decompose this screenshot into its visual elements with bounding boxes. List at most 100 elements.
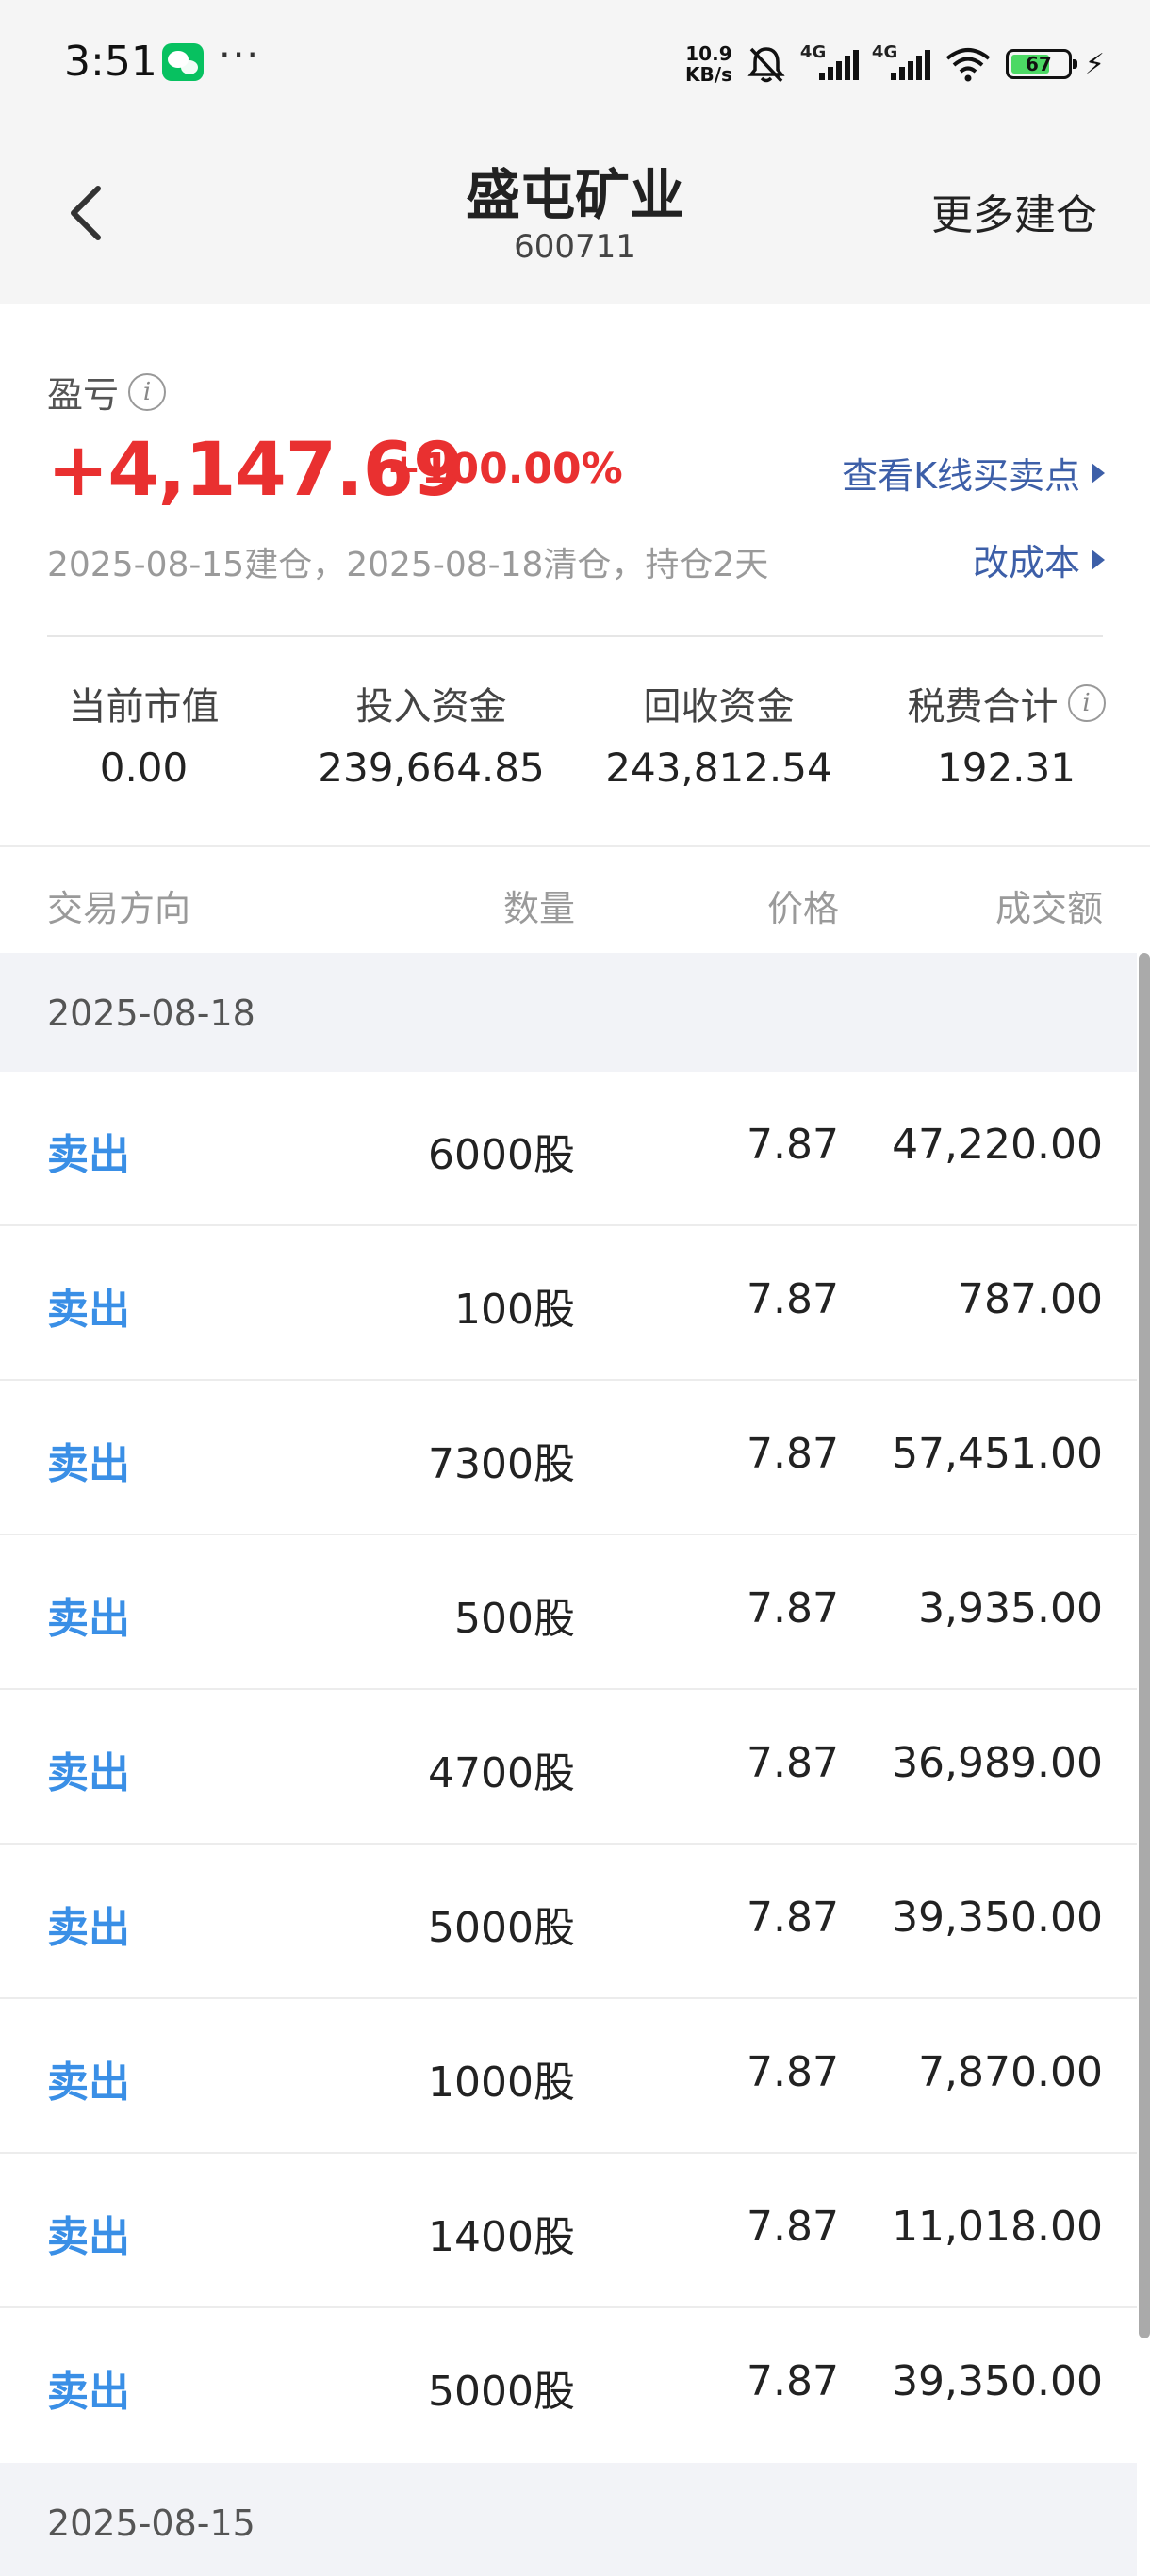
- edit-cost-label: 改成本: [972, 542, 1080, 583]
- trade-direction: 卖出: [47, 1131, 130, 1179]
- table-row[interactable]: 卖出 4700股 7.87 36,989.00: [0, 1690, 1137, 1845]
- header-direction: 交易方向: [47, 888, 191, 929]
- metric-label: 回收资金: [643, 685, 795, 729]
- trade-quantity: 4700股: [428, 1749, 575, 1797]
- trade-price: 7.87: [747, 1275, 839, 1323]
- date-group-header: 2025-08-15: [0, 2463, 1137, 2576]
- header-amount: 成交额: [994, 888, 1103, 929]
- metric-recovered: 回收资金 243,812.54: [575, 679, 862, 791]
- signal-1-tag: 4G: [799, 42, 827, 62]
- status-time: 3:51: [64, 38, 157, 86]
- trade-price: 7.87: [747, 2048, 839, 2096]
- trade-price: 7.87: [747, 1430, 839, 1478]
- trade-quantity: 5000股: [428, 1904, 575, 1952]
- trade-price: 7.87: [747, 2357, 839, 2405]
- pl-label-group: 盈亏 i: [47, 366, 167, 418]
- trades-list[interactable]: 2025-08-18 卖出 6000股 7.87 47,220.00 卖出 10…: [0, 953, 1137, 2576]
- scrollbar[interactable]: [1139, 953, 1150, 2338]
- table-row[interactable]: 卖出 100股 7.87 787.00: [0, 1226, 1137, 1381]
- trade-price: 7.87: [747, 1121, 839, 1169]
- battery-level: 67: [1026, 53, 1052, 75]
- trade-quantity: 500股: [454, 1595, 575, 1643]
- trade-amount: 39,350.00: [892, 2357, 1103, 2405]
- holding-dates: 2025-08-15建仓，2025-08-18清仓，持仓2天: [47, 546, 769, 584]
- signal-2-icon: 4G: [872, 42, 930, 80]
- trade-direction: 卖出: [47, 1595, 130, 1643]
- network-speed-value: 10.9: [685, 42, 732, 65]
- fees-info-icon[interactable]: i: [1067, 684, 1106, 722]
- triangle-right-icon: [1092, 462, 1105, 484]
- trade-direction: 卖出: [47, 2059, 130, 2107]
- pl-label: 盈亏: [47, 374, 120, 416]
- trade-price: 7.87: [747, 1739, 839, 1787]
- trade-direction: 卖出: [47, 1904, 130, 1952]
- trade-quantity: 1000股: [428, 2059, 575, 2107]
- trade-amount: 7,870.00: [918, 2048, 1103, 2096]
- mute-bell-icon: [748, 47, 785, 83]
- table-row[interactable]: 卖出 1000股 7.87 7,870.00: [0, 1999, 1137, 2154]
- trade-quantity: 6000股: [428, 1131, 575, 1179]
- trade-price: 7.87: [747, 2203, 839, 2251]
- table-row[interactable]: 卖出 6000股 7.87 47,220.00: [0, 1072, 1137, 1226]
- wechat-icon: [162, 43, 204, 81]
- network-speed-unit: KB/s: [684, 63, 732, 86]
- metric-value: 0.00: [99, 745, 189, 791]
- table-row[interactable]: 卖出 5000股 7.87 39,350.00: [0, 2308, 1137, 2463]
- metric-label: 投入资金: [355, 685, 507, 729]
- metric-invested: 投入资金 239,664.85: [288, 679, 575, 791]
- trade-amount: 36,989.00: [892, 1739, 1103, 1787]
- trade-amount: 787.00: [958, 1275, 1103, 1323]
- table-row[interactable]: 卖出 5000股 7.87 39,350.00: [0, 1845, 1137, 1999]
- trade-quantity: 5000股: [428, 2368, 575, 2416]
- nav-bar: 盛屯矿业 600711 更多建仓: [0, 123, 1150, 304]
- trade-quantity: 1400股: [428, 2213, 575, 2261]
- trade-direction: 卖出: [47, 2368, 130, 2416]
- trade-price: 7.87: [747, 1584, 839, 1633]
- pl-info-icon[interactable]: i: [128, 372, 167, 411]
- kline-points-link[interactable]: 查看K线买卖点: [842, 447, 1105, 499]
- trade-direction: 卖出: [47, 1749, 130, 1797]
- network-speed: 10.9 KB/s: [685, 43, 732, 85]
- table-row[interactable]: 卖出 1400股 7.87 11,018.00: [0, 2154, 1137, 2308]
- metric-label: 当前市值: [68, 685, 220, 729]
- group-date: 2025-08-18: [47, 993, 255, 1034]
- trade-amount: 3,935.00: [918, 1584, 1103, 1633]
- kline-points-label: 查看K线买卖点: [842, 455, 1080, 497]
- trade-amount: 11,018.00: [892, 2203, 1103, 2251]
- trade-amount: 39,350.00: [892, 1894, 1103, 1942]
- metric-fees: 税费合计 i 192.31: [862, 679, 1150, 791]
- triangle-right-icon: [1092, 549, 1105, 570]
- header-price: 价格: [766, 888, 839, 929]
- trade-amount: 47,220.00: [892, 1121, 1103, 1169]
- more-notifications-icon: ···: [219, 34, 261, 77]
- trade-direction: 卖出: [47, 1440, 130, 1488]
- divider: [47, 635, 1103, 637]
- trade-price: 7.87: [747, 1894, 839, 1942]
- signal-1-icon: 4G: [800, 42, 859, 80]
- trade-amount: 57,451.00: [892, 1430, 1103, 1478]
- table-row[interactable]: 卖出 500股 7.87 3,935.00: [0, 1535, 1137, 1690]
- edit-cost-link[interactable]: 改成本: [973, 533, 1105, 585]
- metric-market-value: 当前市值 0.00: [0, 679, 288, 791]
- table-row[interactable]: 卖出 7300股 7.87 57,451.00: [0, 1381, 1137, 1535]
- metric-value: 239,664.85: [318, 745, 545, 791]
- trade-direction: 卖出: [47, 1286, 130, 1334]
- pl-percent: +100.00%: [386, 445, 623, 493]
- charging-icon: ⚡: [1084, 47, 1105, 81]
- status-bar: 3:51 ··· 10.9 KB/s 4G 4G 67 ⚡: [0, 0, 1150, 123]
- metric-label: 税费合计: [907, 685, 1059, 729]
- position-summary: 盈亏 i +4,147.69 +100.00% 查看K线买卖点 2025-08-…: [0, 304, 1150, 845]
- group-date: 2025-08-15: [47, 2502, 255, 2544]
- metrics-row: 当前市值 0.00 投入资金 239,664.85 回收资金 243,812.5…: [0, 679, 1150, 791]
- date-group-header: 2025-08-18: [0, 953, 1137, 1072]
- trades-table-header: 交易方向 数量 价格 成交额: [0, 845, 1150, 953]
- wifi-icon: [945, 48, 991, 82]
- trade-quantity: 100股: [454, 1286, 575, 1334]
- battery-icon: 67: [1005, 49, 1077, 79]
- more-positions-button[interactable]: 更多建仓: [931, 181, 1097, 241]
- trade-direction: 卖出: [47, 2213, 130, 2261]
- signal-2-tag: 4G: [871, 42, 898, 62]
- header-quantity: 数量: [502, 888, 575, 929]
- status-icons: 10.9 KB/s 4G 4G 67 ⚡: [685, 36, 1105, 92]
- trade-quantity: 7300股: [428, 1440, 575, 1488]
